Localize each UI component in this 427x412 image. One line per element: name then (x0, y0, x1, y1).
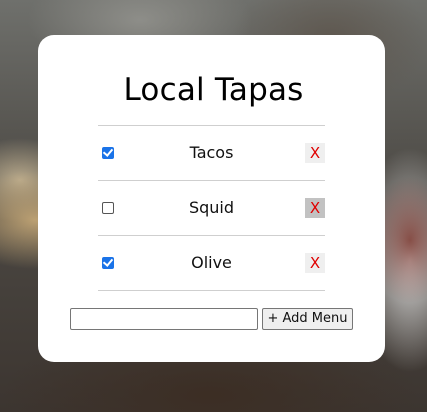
delete-button[interactable]: X (305, 253, 325, 273)
menu-list: Tacos X Squid X Olive X (98, 125, 325, 291)
list-item: Squid X (98, 180, 325, 235)
new-menu-input[interactable] (70, 308, 258, 330)
list-item: Olive X (98, 235, 325, 291)
delete-button[interactable]: X (305, 143, 325, 163)
delete-button[interactable]: X (305, 198, 325, 218)
add-menu-button[interactable]: + Add Menu (262, 308, 353, 330)
item-label: Tacos (189, 143, 234, 162)
list-item: Tacos X (98, 125, 325, 180)
page-title: Local Tapas (123, 72, 304, 108)
item-label: Olive (191, 253, 232, 272)
item-label: Squid (188, 198, 235, 217)
